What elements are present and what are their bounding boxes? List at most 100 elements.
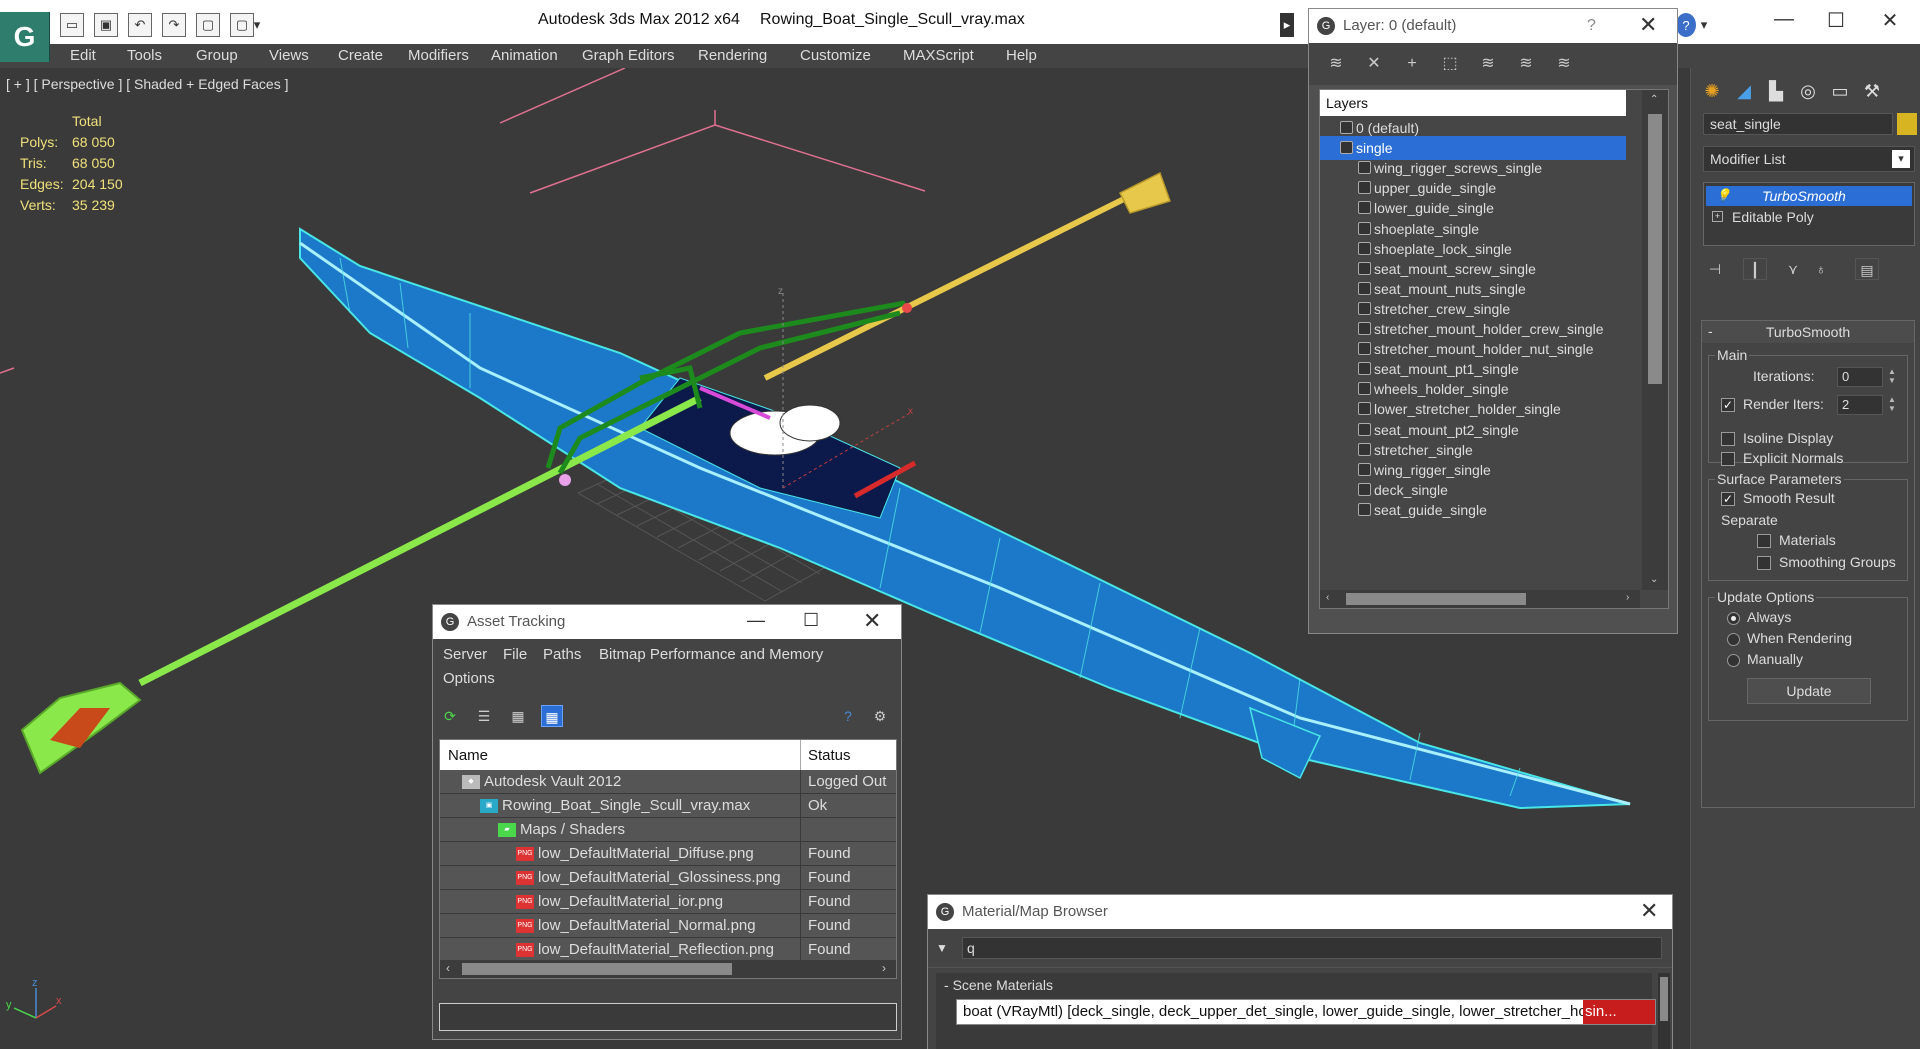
stack-item-editable-poly[interactable]: + Editable Poly bbox=[1706, 207, 1912, 227]
layer-row[interactable]: seat_guide_single bbox=[1320, 498, 1626, 522]
menu-group[interactable]: Group bbox=[196, 47, 238, 64]
render-iters-checkbox[interactable]: ✓ bbox=[1721, 398, 1735, 412]
close-icon[interactable]: ✕ bbox=[1640, 898, 1658, 924]
table-row[interactable]: PNG low_DefaultMaterial_ior.png Found bbox=[440, 890, 896, 914]
modifier-list-dropdown[interactable]: Modifier List ▾ bbox=[1703, 146, 1915, 172]
table-row[interactable]: ▣ Rowing_Boat_Single_Scull_vray.max Ok bbox=[440, 794, 896, 818]
scroll-left-icon[interactable]: ‹ bbox=[446, 961, 450, 975]
modifier-stack[interactable]: 💡 TurboSmooth + Editable Poly bbox=[1703, 182, 1915, 246]
expand-icon[interactable]: + bbox=[1712, 211, 1723, 222]
settings-icon[interactable]: ⚙ bbox=[869, 705, 891, 727]
asset-table[interactable]: Name Status ◆ Autodesk Vault 2012 Logged O… bbox=[439, 739, 897, 979]
menu-tools[interactable]: Tools bbox=[127, 47, 162, 64]
menu-create[interactable]: Create bbox=[338, 47, 383, 64]
menu-animation[interactable]: Animation bbox=[491, 47, 558, 64]
scroll-thumb[interactable] bbox=[1648, 114, 1662, 384]
separate-materials-checkbox[interactable] bbox=[1757, 534, 1771, 548]
menu-help[interactable]: Help bbox=[1006, 47, 1037, 64]
create-tab-icon[interactable]: ✺ bbox=[1699, 78, 1725, 104]
menu-file[interactable]: File bbox=[503, 646, 527, 663]
menu-rendering[interactable]: Rendering bbox=[698, 47, 767, 64]
scroll-down-icon[interactable]: ⌄ bbox=[1650, 574, 1658, 585]
stack-item-turbosmooth[interactable]: 💡 TurboSmooth bbox=[1706, 186, 1912, 206]
table-row[interactable]: ▰ Maps / Shaders bbox=[440, 818, 896, 842]
select-highlighted-icon[interactable]: ⬚ bbox=[1439, 53, 1461, 75]
close-icon[interactable]: ✕ bbox=[1870, 8, 1910, 33]
material-vertical-scrollbar[interactable] bbox=[1658, 973, 1670, 1049]
help-dropdown-icon[interactable]: ▾ bbox=[1698, 13, 1710, 37]
minimize-icon[interactable]: — bbox=[747, 610, 765, 631]
viewport-label[interactable]: [ + ] [ Perspective ] [ Shaded + Edged F… bbox=[6, 76, 289, 92]
scroll-thumb[interactable] bbox=[1660, 977, 1668, 1021]
remove-modifier-icon[interactable]: ♁ bbox=[1809, 258, 1833, 280]
scene-materials-header[interactable]: - Scene Materials bbox=[944, 977, 1053, 993]
maximize-icon[interactable]: ☐ bbox=[803, 610, 819, 631]
iterations-spinner[interactable]: 0 bbox=[1837, 367, 1883, 387]
menu-maxscript[interactable]: MAXScript bbox=[903, 47, 974, 64]
table-row[interactable]: PNG low_DefaultMaterial_Diffuse.png Found bbox=[440, 842, 896, 866]
pin-stack-icon[interactable]: ⊣ bbox=[1703, 258, 1727, 280]
menu-modifiers[interactable]: Modifiers bbox=[408, 47, 469, 64]
spinner-arrows-icon[interactable]: ▲ ▼ bbox=[1887, 395, 1897, 415]
undo-icon[interactable]: ↶ bbox=[128, 13, 152, 37]
menu-customize[interactable]: Customize bbox=[800, 47, 871, 64]
maximize-icon[interactable]: ☐ bbox=[1816, 8, 1856, 33]
quick-access-dropdown-icon[interactable]: ▾ bbox=[250, 13, 264, 37]
hierarchy-tab-icon[interactable]: ▙ bbox=[1763, 78, 1789, 104]
close-icon[interactable]: ✕ bbox=[863, 608, 881, 634]
asset-tracking-titlebar[interactable]: G Asset Tracking — ☐ ✕ bbox=[433, 605, 901, 639]
separate-smoothing-groups-checkbox[interactable] bbox=[1757, 556, 1771, 570]
menu-options[interactable]: Options bbox=[443, 670, 495, 687]
freeze-all-icon[interactable]: ≋ bbox=[1553, 53, 1575, 75]
hide-all-icon[interactable]: ≋ bbox=[1515, 53, 1537, 75]
scroll-right-icon[interactable]: › bbox=[1626, 592, 1629, 603]
layers-column-header[interactable]: Layers bbox=[1320, 90, 1626, 116]
update-always-radio[interactable] bbox=[1727, 612, 1740, 625]
rollout-header[interactable]: - TurboSmooth bbox=[1702, 321, 1914, 343]
menu-paths[interactable]: Paths bbox=[543, 646, 581, 663]
material-browser-titlebar[interactable]: G Material/Map Browser ✕ bbox=[928, 895, 1672, 929]
search-toggle-icon[interactable]: ▸ bbox=[1280, 13, 1294, 37]
table-row[interactable]: PNG low_DefaultMaterial_Glossiness.png Fou… bbox=[440, 866, 896, 890]
table-row[interactable]: PNG low_DefaultMaterial_Reflection.png Fou… bbox=[440, 938, 896, 962]
scroll-thumb[interactable] bbox=[1346, 593, 1526, 605]
help-icon[interactable]: ? bbox=[837, 705, 859, 727]
isoline-display-checkbox[interactable] bbox=[1721, 432, 1735, 446]
asset-horizontal-scrollbar[interactable]: ‹ › bbox=[440, 960, 896, 978]
object-color-swatch[interactable] bbox=[1897, 113, 1917, 135]
update-when-rendering-radio[interactable] bbox=[1727, 633, 1740, 646]
filter-dropdown-icon[interactable]: ▼ bbox=[936, 941, 948, 955]
layer-vertical-scrollbar[interactable]: ⌃ ⌄ bbox=[1642, 90, 1668, 590]
thumbnail-view-icon[interactable]: ▦ bbox=[507, 705, 529, 727]
menu-edit[interactable]: Edit bbox=[70, 47, 96, 64]
menu-graph-editors[interactable]: Graph Editors bbox=[582, 47, 675, 64]
menu-bitmap-performance[interactable]: Bitmap Performance and Memory bbox=[599, 646, 823, 663]
redo-icon[interactable]: ↷ bbox=[162, 13, 186, 37]
delete-layer-icon[interactable]: ✕ bbox=[1363, 53, 1385, 75]
lightbulb-icon[interactable]: 💡 bbox=[1716, 188, 1731, 202]
object-name-field[interactable]: seat_single bbox=[1703, 113, 1893, 135]
make-unique-icon[interactable]: ⋎ bbox=[1781, 258, 1805, 280]
render-iters-spinner[interactable]: 2 bbox=[1837, 395, 1883, 415]
scroll-up-icon[interactable]: ⌃ bbox=[1650, 94, 1658, 105]
table-view-icon[interactable]: ▦ bbox=[541, 705, 563, 727]
utilities-tab-icon[interactable]: ⚒ bbox=[1859, 78, 1885, 104]
status-column-header[interactable]: Status bbox=[808, 747, 851, 764]
smooth-result-checkbox[interactable]: ✓ bbox=[1721, 492, 1735, 506]
configure-sets-icon[interactable]: ▤ bbox=[1855, 258, 1879, 280]
scroll-left-icon[interactable]: ‹ bbox=[1326, 592, 1329, 603]
save-file-icon[interactable]: ▣ bbox=[94, 13, 118, 37]
scroll-thumb[interactable] bbox=[462, 963, 732, 975]
spinner-arrows-icon[interactable]: ▲ ▼ bbox=[1887, 367, 1897, 387]
update-button[interactable]: Update bbox=[1747, 678, 1871, 704]
close-icon[interactable]: ✕ bbox=[1639, 12, 1657, 38]
hold-icon[interactable]: ▢ bbox=[196, 13, 220, 37]
motion-tab-icon[interactable]: ◎ bbox=[1795, 78, 1821, 104]
table-row[interactable]: ◆ Autodesk Vault 2012 Logged Out bbox=[440, 770, 896, 794]
material-entry[interactable]: boat (VRayMtl) [deck_single, deck_upper_… bbox=[956, 999, 1656, 1025]
show-end-result-icon[interactable]: ┃ bbox=[1743, 258, 1767, 280]
layer-horizontal-scrollbar[interactable]: ‹ › bbox=[1320, 590, 1640, 608]
table-row[interactable]: PNG low_DefaultMaterial_Normal.png Found bbox=[440, 914, 896, 938]
explicit-normals-checkbox[interactable] bbox=[1721, 452, 1735, 466]
refresh-icon[interactable]: ⟳ bbox=[439, 705, 461, 727]
